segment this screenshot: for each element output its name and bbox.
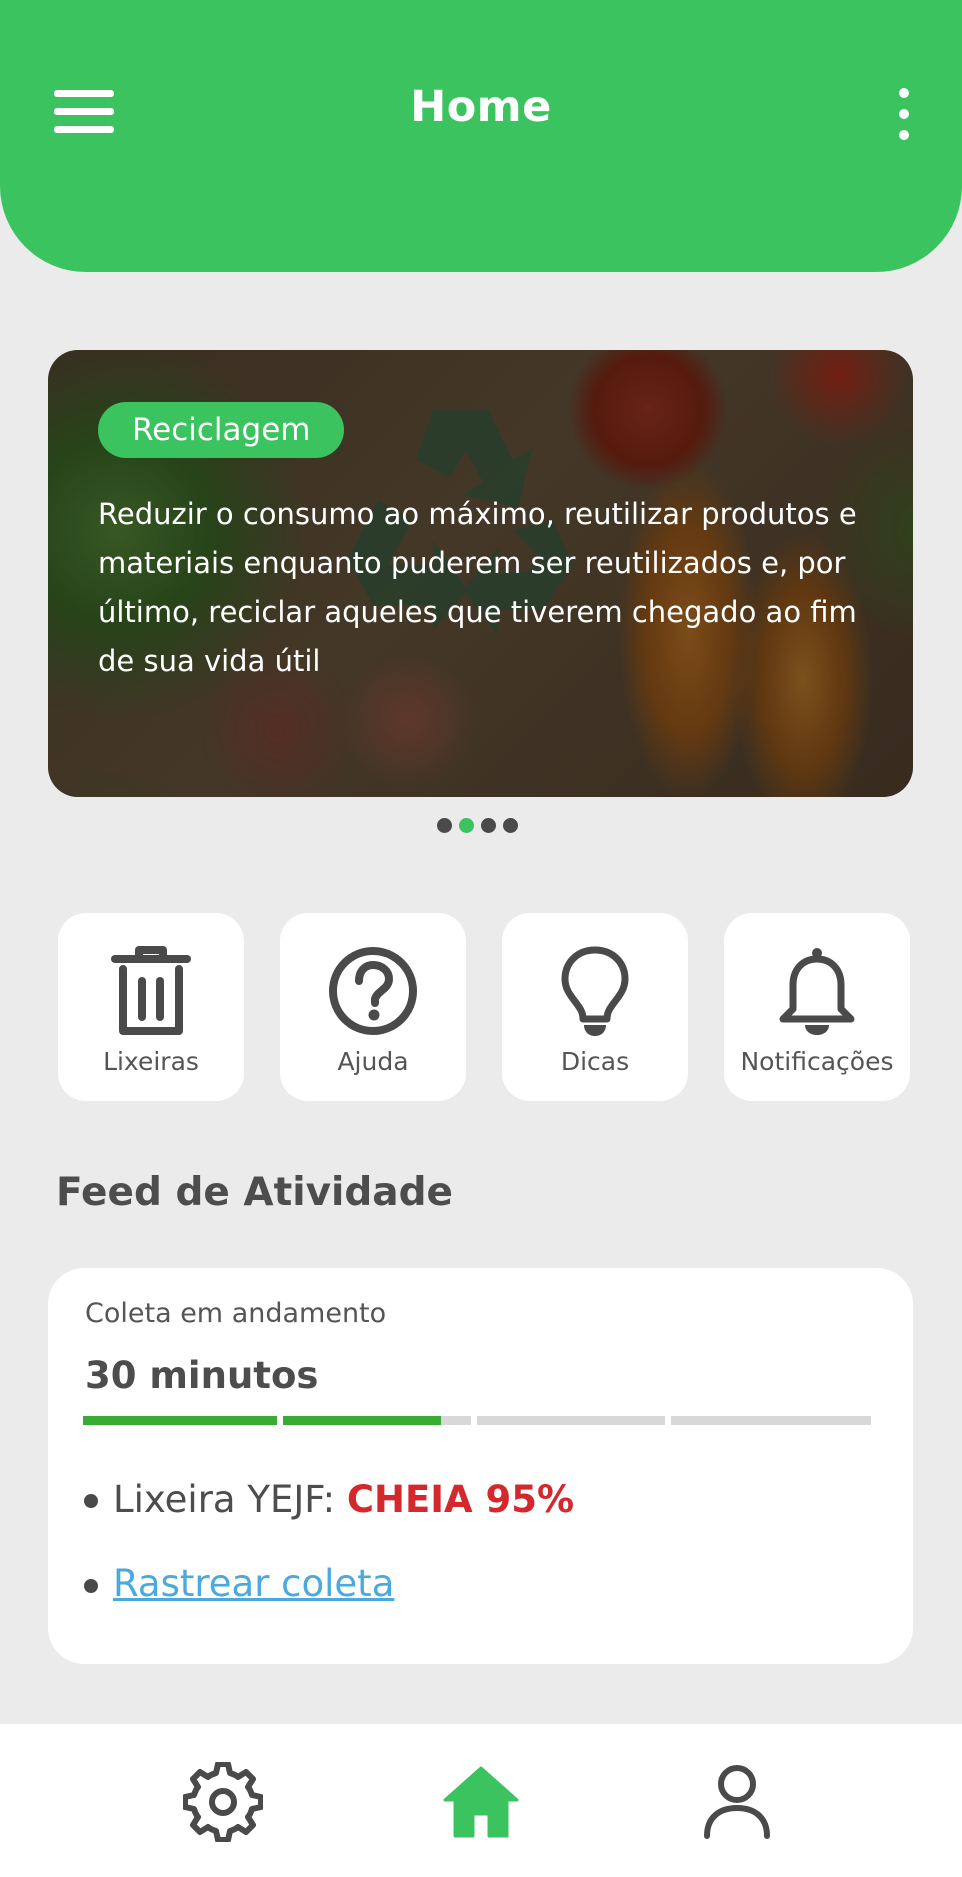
lightbulb-icon — [561, 946, 629, 1036]
more-options-icon[interactable] — [884, 84, 924, 144]
progress-segment — [671, 1416, 871, 1425]
banner-category-tag[interactable]: Reciclagem — [98, 402, 345, 458]
activity-card: Coleta em andamento 30 minutos Lixeira Y… — [48, 1268, 913, 1664]
bin-fill-level: CHEIA 95% — [346, 1478, 575, 1521]
bottom-navigation — [0, 1724, 962, 1877]
carousel-dot[interactable] — [503, 818, 518, 833]
nav-profile[interactable] — [697, 1762, 777, 1842]
user-icon — [704, 1765, 770, 1839]
quick-action-label: Notificações — [740, 1047, 894, 1076]
gear-icon — [182, 1761, 264, 1843]
progress-segment — [477, 1416, 665, 1425]
nav-settings[interactable] — [182, 1761, 264, 1843]
app-header: Home — [0, 0, 962, 272]
banner-carousel[interactable]: Reciclagem Reduzir o consumo ao máximo, … — [48, 350, 913, 797]
quick-action-dicas[interactable]: Dicas — [502, 913, 688, 1101]
track-row: Rastrear coleta — [113, 1562, 394, 1605]
banner-text: Reduzir o consumo ao máximo, reutilizar … — [98, 497, 857, 678]
progress-fill — [83, 1416, 277, 1425]
bin-label: Lixeira YEJF: — [113, 1478, 336, 1521]
page-title: Home — [410, 82, 552, 132]
quick-action-label: Lixeiras — [103, 1047, 199, 1076]
quick-action-ajuda[interactable]: Ajuda — [280, 913, 466, 1101]
collection-progress — [83, 1416, 871, 1425]
collection-status-label: Coleta em andamento — [85, 1298, 387, 1329]
bullet — [84, 1494, 98, 1508]
carousel-dot[interactable] — [437, 818, 452, 833]
carousel-dot-active[interactable] — [459, 818, 474, 833]
bell-icon — [779, 948, 855, 1035]
nav-home[interactable] — [441, 1762, 521, 1842]
trash-icon — [111, 946, 191, 1035]
carousel-indicator — [437, 818, 518, 836]
bullet — [84, 1579, 98, 1593]
quick-action-label: Ajuda — [337, 1047, 409, 1076]
bin-status-row: Lixeira YEJF: CHEIA 95% — [113, 1478, 574, 1521]
quick-action-lixeiras[interactable]: Lixeiras — [58, 913, 244, 1101]
quick-action-label: Dicas — [560, 1047, 630, 1076]
collection-time: 30 minutos — [85, 1354, 319, 1397]
track-collection-link[interactable]: Rastrear coleta — [113, 1562, 394, 1605]
progress-fill — [283, 1416, 441, 1425]
carousel-dot[interactable] — [481, 818, 496, 833]
quick-action-notificacoes[interactable]: Notificações — [724, 913, 910, 1101]
home-icon — [443, 1766, 519, 1838]
feed-title: Feed de Atividade — [56, 1170, 453, 1215]
help-icon — [329, 947, 417, 1035]
